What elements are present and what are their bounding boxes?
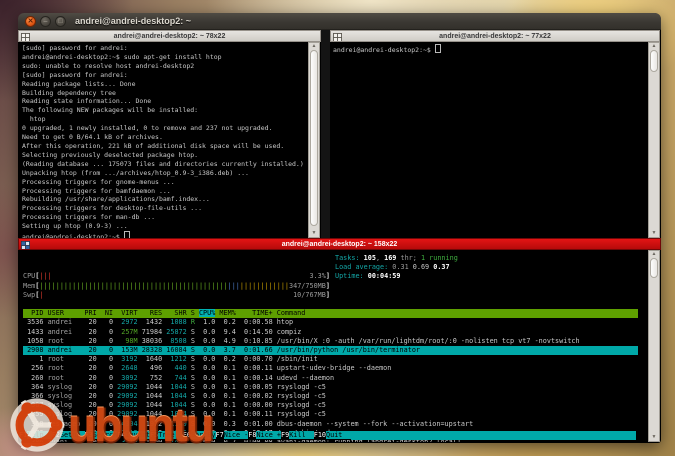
- scrollbar-thumb[interactable]: [310, 50, 318, 226]
- terminator-window: ✕ – □ andrei@andrei-desktop2: ~ andrei@a…: [18, 13, 661, 443]
- pane-grid-icon: [333, 33, 342, 42]
- process-row[interactable]: 1058 root 20 0 98M 38036 8508 S 0.0 4.9 …: [23, 337, 648, 346]
- process-row[interactable]: 2908 andrei 20 0 153M 28328 16084 S 0.0 …: [23, 346, 638, 355]
- scroll-up-icon[interactable]: ▲: [309, 44, 319, 49]
- fkey-f10[interactable]: F10Quit: [314, 431, 351, 440]
- pane-header-bottom[interactable]: andrei@andrei-desktop2: ~ 158x22: [18, 238, 661, 250]
- blank-line: [23, 300, 648, 309]
- close-button[interactable]: ✕: [25, 16, 36, 27]
- maximize-icon: □: [58, 18, 62, 25]
- scroll-up-icon[interactable]: ▲: [649, 252, 659, 257]
- ubuntu-logo-icon: [8, 396, 66, 454]
- scrollbar-thumb[interactable]: [650, 258, 658, 278]
- scroll-up-icon[interactable]: ▲: [649, 44, 659, 49]
- terminal-line: Unpacking htop (from .../archives/htop_0…: [22, 169, 308, 178]
- terminal-line: Processing triggers for bamfdaemon ...: [22, 187, 308, 196]
- close-icon: ✕: [28, 18, 34, 25]
- terminal-line: Processing triggers for gnome-menus ...: [22, 178, 308, 187]
- scroll-down-icon[interactable]: ▼: [649, 435, 659, 440]
- terminal-line: [sudo] password for andrei:: [22, 44, 308, 53]
- minimize-button[interactable]: –: [40, 16, 51, 27]
- terminal-line: After this operation, 221 kB of addition…: [22, 142, 308, 151]
- scrollbar-top-right[interactable]: ▲ ▼: [648, 42, 660, 238]
- pane-title: andrei@andrei-desktop2: ~ 77x22: [439, 33, 551, 40]
- window-title: andrei@andrei-desktop2: ~: [75, 16, 191, 26]
- terminal-line: Rebuilding /usr/share/applications/bamf.…: [22, 195, 308, 204]
- minimize-icon: –: [44, 18, 48, 25]
- pane-header-top-right[interactable]: andrei@andrei-desktop2: ~ 77x22: [330, 30, 660, 42]
- ubuntu-wordmark: ubuntu: [68, 397, 212, 453]
- terminal-line: [sudo] password for andrei:: [22, 71, 308, 80]
- terminal-line: andrei@andrei-desktop2:~$ sudo apt-get i…: [22, 53, 308, 62]
- process-row[interactable]: 1 root 20 0 3192 1640 1212 S 0.0 0.2 0:0…: [23, 355, 648, 364]
- process-row[interactable]: 1433 andrei 20 0 257M 71984 25872 S 0.0 …: [23, 328, 648, 337]
- terminal-line: Processing triggers for man-db ...: [22, 213, 308, 222]
- terminal-prompt-line: andrei@andrei-desktop2:~$: [333, 44, 648, 55]
- terminal-line: sudo: unable to resolve host andrei-desk…: [22, 62, 308, 71]
- terminal-line: Reading package lists... Done: [22, 80, 308, 89]
- terminal-line: Building dependency tree: [22, 89, 308, 98]
- pane-splitter[interactable]: [321, 30, 330, 238]
- fkey-f8[interactable]: F8Nice +: [248, 431, 281, 440]
- terminal-line: Processing triggers for desktop-file-uti…: [22, 204, 308, 213]
- process-row[interactable]: 256 root 20 0 2648 496 440 S 0.0 0.1 0:0…: [23, 364, 648, 373]
- scroll-down-icon[interactable]: ▼: [309, 231, 319, 236]
- fkey-f7[interactable]: F7Nice -: [216, 431, 249, 440]
- process-row[interactable]: 364 syslog 20 0 29092 1044 1044 S 0.0 0.…: [23, 383, 648, 392]
- uptime-line: Uptime: 00:04:59: [335, 272, 458, 281]
- text-cursor: [435, 44, 441, 53]
- process-row[interactable]: 3536 andrei 20 0 2972 1432 1088 R 1.0 0.…: [23, 318, 648, 327]
- terminal-top-left[interactable]: [sudo] password for andrei:andrei@andrei…: [19, 42, 308, 238]
- scrollbar-bottom[interactable]: ▲ ▼: [648, 250, 660, 442]
- fbar-filler: [351, 431, 636, 440]
- terminal-line: (Reading database ... 175073 files and d…: [22, 160, 308, 169]
- text-cursor: [124, 231, 130, 238]
- window-titlebar[interactable]: ✕ – □ andrei@andrei-desktop2: ~: [18, 13, 661, 30]
- htop-summary: Tasks: 105, 169 thr; 1 runningLoad avera…: [335, 254, 458, 282]
- mem-meter: Mem[||||||||||||||||||||||||||||||||||||…: [23, 282, 648, 291]
- terminal-top-right[interactable]: andrei@andrei-desktop2:~$: [330, 42, 648, 238]
- htop-column-header: PID USER PRI NI VIRT RES SHR S CPU% MEM%…: [23, 309, 638, 318]
- scroll-down-icon[interactable]: ▼: [649, 231, 659, 236]
- terminal-line: htop: [22, 115, 308, 124]
- terminal-line: Setting up htop (0.9-3) ...: [22, 222, 308, 231]
- load-average-line: Load average: 0.31 0.69 0.37: [335, 263, 458, 272]
- fkey-f9[interactable]: F9Kill: [281, 431, 314, 440]
- terminal-prompt-line: andrei@andrei-desktop2:~$: [22, 231, 308, 238]
- terminal-line: Selecting previously deselected package …: [22, 151, 308, 160]
- pane-grid-icon: [21, 33, 30, 42]
- swp-meter: Swp[| 10/767MB]: [23, 291, 648, 300]
- pane-title: andrei@andrei-desktop2: ~ 158x22: [282, 241, 398, 248]
- pane-title: andrei@andrei-desktop2: ~ 78x22: [114, 33, 226, 40]
- ubuntu-watermark: ubuntu: [8, 396, 212, 454]
- scrollbar-top-left[interactable]: ▲ ▼: [308, 42, 320, 238]
- scrollbar-thumb[interactable]: [650, 50, 658, 72]
- maximize-button[interactable]: □: [55, 16, 66, 27]
- process-row[interactable]: 260 root 20 0 3092 752 744 S 0.0 0.1 0:0…: [23, 374, 648, 383]
- terminal-line: Reading state information... Done: [22, 97, 308, 106]
- pane-header-top-left[interactable]: andrei@andrei-desktop2: ~ 78x22: [18, 30, 321, 42]
- terminal-line: 0 upgraded, 1 newly installed, 0 to remo…: [22, 124, 308, 133]
- pane-grid-icon: [21, 241, 30, 250]
- terminal-line: The following NEW packages will be insta…: [22, 106, 308, 115]
- terminal-line: Need to get 0 B/64.1 kB of archives.: [22, 133, 308, 142]
- tasks-line: Tasks: 105, 169 thr; 1 running: [335, 254, 458, 263]
